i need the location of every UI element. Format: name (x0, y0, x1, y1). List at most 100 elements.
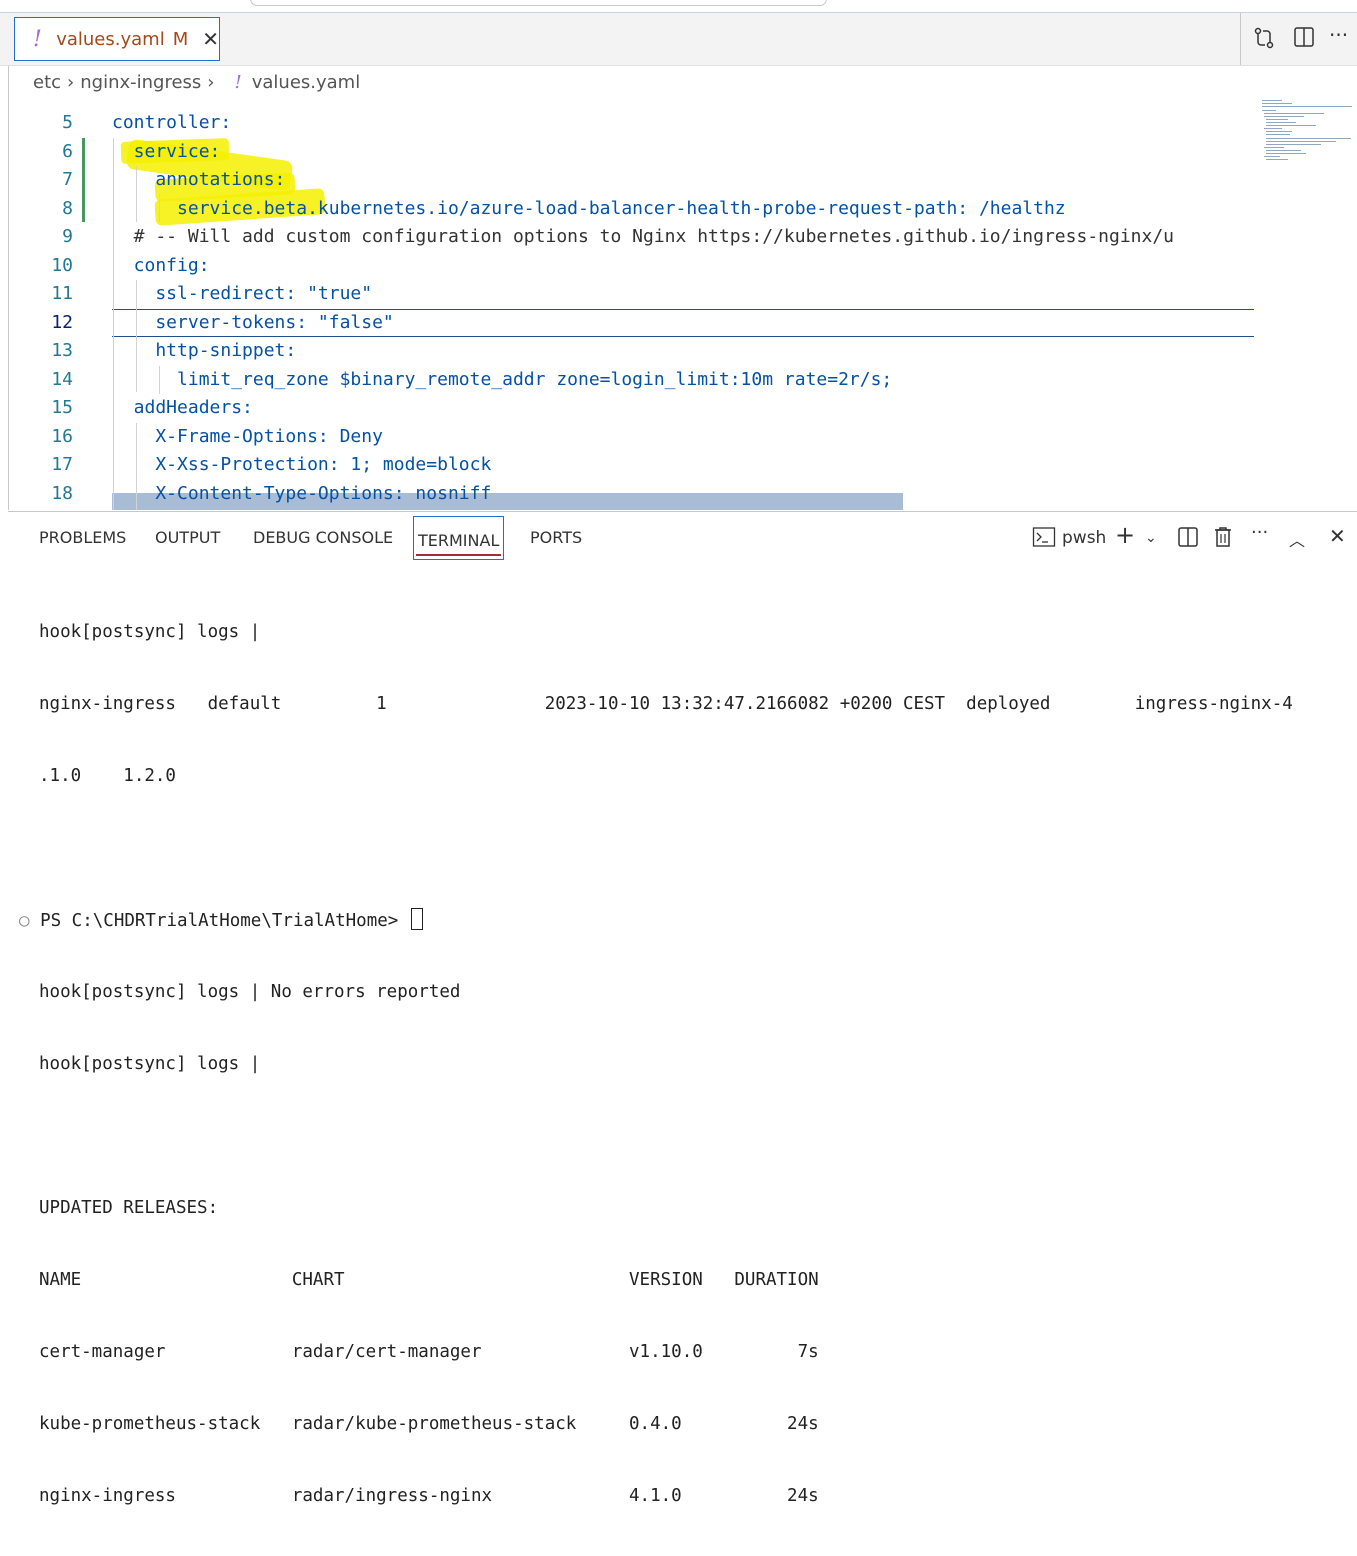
breadcrumb-etc[interactable]: etc (33, 72, 61, 93)
line-number: 4 (9, 98, 73, 106)
terminal-line: cert-manager radar/cert-manager v1.10.0 … (39, 1342, 819, 1362)
tab-values-yaml[interactable]: ! values.yaml M ✕ (14, 17, 220, 61)
editor-line: 13 http-snippet: (9, 337, 1254, 365)
tab-problems[interactable]: PROBLEMS (39, 528, 126, 547)
terminal-line: .1.0 1.2.0 (39, 766, 176, 786)
code-text: X-Frame-Options: Deny (112, 426, 383, 447)
split-terminal-icon[interactable] (1177, 526, 1199, 553)
line-number: 11 (51, 283, 73, 304)
panel-tabs: PROBLEMS OUTPUT DEBUG CONSOLE TERMINAL P… (8, 512, 1357, 566)
command-status-icon: ○ (19, 911, 41, 931)
yaml-file-icon: ! (234, 71, 242, 93)
editor-line: 12 server-tokens: "false" (9, 309, 1254, 337)
window-top-strip (0, 0, 1357, 13)
code-text: service: (112, 141, 221, 162)
editor-line: 16 X-Frame-Options: Deny (9, 423, 1254, 451)
bottom-panel: PROBLEMS OUTPUT DEBUG CONSOLE TERMINAL P… (8, 511, 1357, 1506)
chevron-right-icon: › (67, 71, 75, 93)
chevron-right-icon: › (207, 71, 215, 93)
terminal-output[interactable]: hook[postsync] logs | nginx-ingress defa… (39, 572, 1293, 1556)
chevron-down-icon[interactable]: ⌄ (1145, 530, 1157, 546)
line-number: 13 (51, 340, 73, 361)
more-actions-icon[interactable]: ··· (1329, 23, 1348, 47)
editor-line: 10 config: (9, 252, 1254, 280)
line-number: 10 (51, 255, 73, 276)
line-number: 14 (51, 369, 73, 390)
trash-icon[interactable] (1213, 526, 1233, 553)
code-text: config: (112, 255, 210, 276)
code-text: service.beta.kubernetes.io/azure-load-ba… (112, 198, 1066, 219)
terminal-actions: pwsh + ⌄ ··· ︿ ✕ (1027, 521, 1357, 554)
breadcrumb: etc › nginx-ingress › ! values.yaml (8, 66, 1357, 98)
code-text: http-snippet: (112, 340, 297, 361)
line-number: 12 (51, 312, 73, 333)
comment-text: # -- Will add custom configuration optio… (112, 226, 1175, 247)
tab-ports[interactable]: PORTS (530, 528, 582, 547)
tab-debug-console[interactable]: DEBUG CONSOLE (253, 528, 393, 547)
editor-line: 6 service: (9, 138, 1254, 166)
editor-line: 18 X-Content-Type-Options: nosniff (9, 480, 1254, 508)
editor-line: 9 # -- Will add custom configuration opt… (9, 223, 1254, 251)
line-number: 5 (62, 112, 73, 133)
editor-line: 4 (9, 98, 1254, 106)
editor-line: 5 controller: (9, 109, 1254, 137)
line-number: 7 (62, 169, 73, 190)
line-number: 18 (51, 483, 73, 504)
close-icon[interactable]: ✕ (202, 27, 219, 51)
terminal-line: UPDATED RELEASES: (39, 1198, 219, 1218)
modified-indicator: M (172, 28, 189, 50)
terminal-prompt-line[interactable]: ○ PS C:\CHDRTrialAtHome\TrialAtHome> (19, 908, 423, 933)
editor-line: 11 ssl-redirect: "true" (9, 280, 1254, 308)
breadcrumb-values-yaml[interactable]: values.yaml (252, 72, 360, 93)
editor-actions: ··· (1240, 13, 1357, 65)
editor-line: 7 annotations: (9, 166, 1254, 194)
terminal-icon[interactable] (1032, 526, 1056, 553)
split-editor-icon[interactable] (1293, 26, 1315, 53)
tab-output[interactable]: OUTPUT (155, 528, 220, 547)
editor-line: 14 limit_req_zone $binary_remote_addr zo… (9, 366, 1254, 394)
terminal-line: kube-prometheus-stack radar/kube-prometh… (39, 1414, 819, 1434)
terminal-line: hook[postsync] logs | (39, 1054, 261, 1074)
line-number: 16 (51, 426, 73, 447)
new-terminal-icon[interactable]: + (1115, 521, 1135, 549)
line-number: 15 (51, 397, 73, 418)
terminal-cursor (410, 908, 423, 930)
code-text: X-Xss-Protection: 1; mode=block (112, 454, 492, 475)
editor-line: 15 addHeaders: (9, 394, 1254, 422)
terminal-line: hook[postsync] logs | No errors reported (39, 982, 461, 1002)
yaml-file-icon: ! (33, 26, 42, 52)
line-number: 17 (51, 454, 73, 475)
more-actions-icon[interactable]: ··· (1251, 522, 1268, 543)
code-text: limit_req_zone $binary_remote_addr zone=… (112, 369, 893, 390)
tab-filename: values.yaml (56, 28, 165, 50)
prompt-text: PS C:\CHDRTrialAtHome\TrialAtHome> (40, 911, 399, 931)
code-text: server-tokens: "false" (112, 312, 394, 333)
editor-tab-bar: ! values.yaml M ✕ ··· (0, 13, 1357, 66)
terminal-line: hook[postsync] logs | (39, 622, 261, 642)
terminal-line: NAME CHART VERSION DURATION (39, 1270, 819, 1290)
maximize-panel-icon[interactable]: ︿ (1289, 527, 1305, 551)
terminal-line: nginx-ingress radar/ingress-nginx 4.1.0 … (39, 1486, 819, 1506)
code-text: annotations: (112, 169, 286, 190)
editor-line: 8 service.beta.kubernetes.io/azure-load-… (9, 195, 1254, 223)
shell-name[interactable]: pwsh (1062, 528, 1106, 548)
code-text: addHeaders: (112, 397, 253, 418)
code-text: X-Content-Type-Options: nosniff (112, 483, 492, 504)
tab-terminal[interactable]: TERMINAL (413, 516, 505, 560)
command-center[interactable] (250, 0, 827, 6)
close-panel-icon[interactable]: ✕ (1329, 524, 1346, 548)
line-number: 9 (62, 226, 73, 247)
compare-changes-icon[interactable] (1253, 26, 1275, 55)
code-text: controller: (112, 112, 232, 133)
breadcrumb-nginx-ingress[interactable]: nginx-ingress (80, 72, 201, 93)
line-number: 6 (62, 141, 73, 162)
code-editor[interactable]: 4 5 controller: 6 service: 7 annotations:… (8, 98, 1357, 510)
minimap[interactable] (1254, 98, 1357, 510)
code-text: ssl-redirect: "true" (112, 283, 373, 304)
sash-marks (0, 98, 9, 510)
line-number: 8 (62, 198, 73, 219)
editor-line: 17 X-Xss-Protection: 1; mode=block (9, 451, 1254, 479)
terminal-line: nginx-ingress default 1 2023-10-10 13:32… (39, 694, 1293, 714)
